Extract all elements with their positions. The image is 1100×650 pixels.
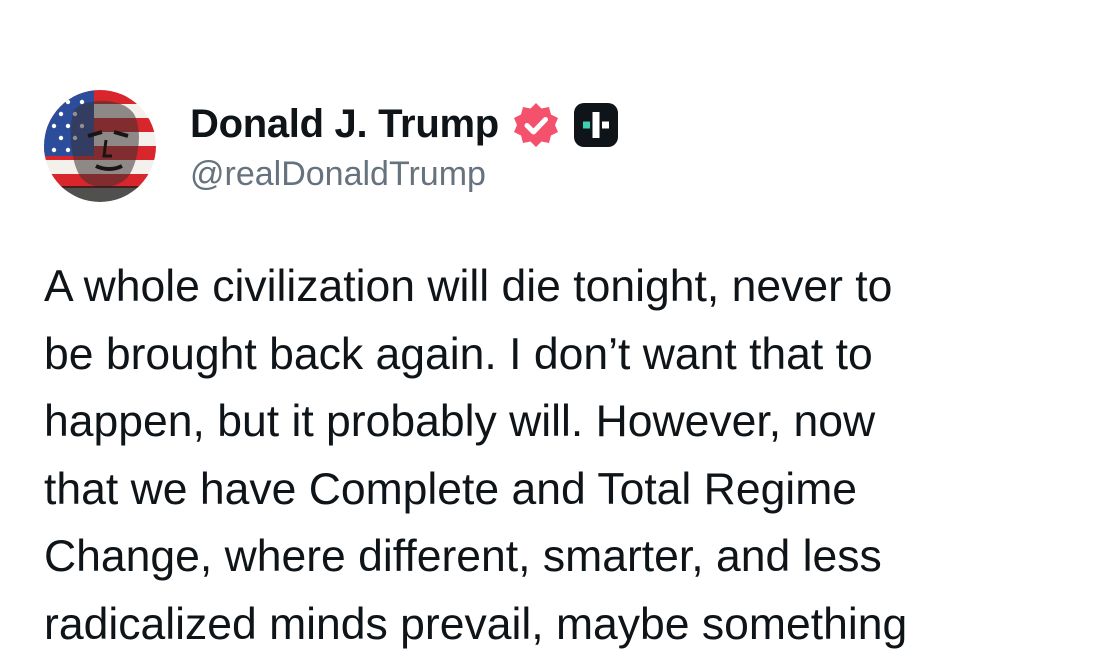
post-header: Donald J. Trump @realDonaldTrump <box>44 90 621 202</box>
author-identity: Donald J. Trump @realDonaldTrump <box>190 90 621 202</box>
name-row: Donald J. Trump <box>190 99 621 151</box>
avatar-image <box>44 90 156 202</box>
author-handle[interactable]: @realDonaldTrump <box>190 155 621 194</box>
post-text-line: that we have Complete and Total Regime <box>44 464 858 514</box>
post-body: A whole civilization will die tonight, n… <box>44 253 1084 650</box>
plus-icon[interactable] <box>571 100 621 150</box>
post-text-line: happen, but it probably will. However, n… <box>44 397 876 446</box>
verified-badge-icon <box>511 100 561 150</box>
post-text-line: radicalized minds prevail, maybe somethi… <box>44 599 908 649</box>
avatar[interactable] <box>44 90 156 202</box>
post-text-line: be brought back again. I don’t want that… <box>44 329 873 379</box>
post-text-line: Change, where different, smarter, and le… <box>44 532 882 581</box>
post-text-line: A whole civilization will die tonight, n… <box>44 262 893 311</box>
display-name[interactable]: Donald J. Trump <box>190 102 499 147</box>
